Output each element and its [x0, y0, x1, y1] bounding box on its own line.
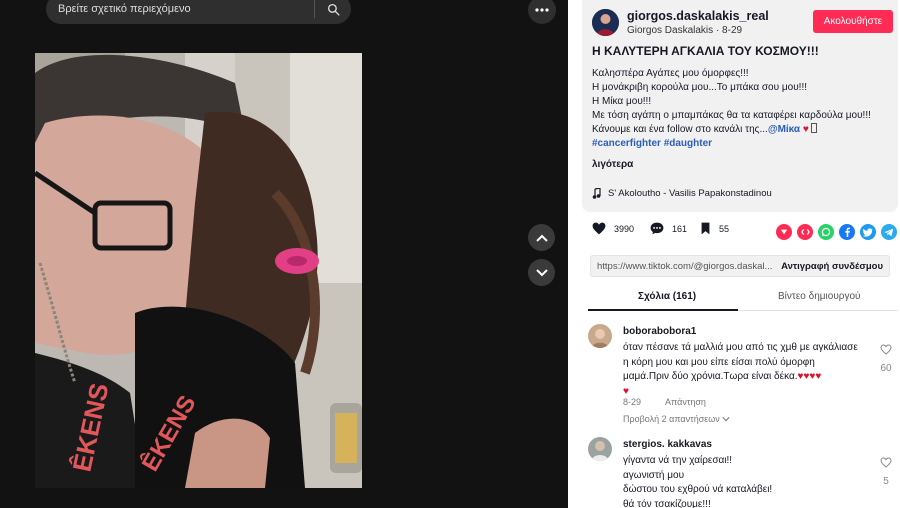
save-count: 55	[719, 223, 730, 234]
comment-like-count: 5	[883, 476, 889, 487]
actions-row: 3990 161 55	[588, 222, 898, 244]
chevron-up-icon	[535, 234, 548, 242]
chevron-down-icon	[722, 417, 730, 422]
share-link-box: https://www.tiktok.com/@giorgos.daskal..…	[590, 255, 890, 277]
comment-like-count: 60	[880, 363, 892, 374]
like-count: 3990	[614, 223, 635, 234]
comment-line: δώστου του εχθρού νά καταλάβει!	[623, 484, 773, 495]
facebook-icon	[845, 227, 850, 237]
search-bar	[46, 0, 351, 24]
save-button[interactable]: 55	[700, 222, 729, 235]
description-line: Καλησπέρα Αγάπες μου όμορφες!!!	[592, 68, 749, 79]
search-input[interactable]	[46, 3, 314, 15]
author-subline: Giorgos Daskalakis · 8-29	[627, 25, 742, 36]
comment-button[interactable]: 161	[650, 222, 687, 235]
repost-button[interactable]	[776, 224, 792, 240]
comment-line: μαμά.Πριν δύο χρόνια.Τωρα είναι δέκα.	[623, 371, 798, 382]
repost-icon	[780, 229, 788, 235]
description-line: Με τόση αγάπη ο μπαμπάκας θα τα καταφέρε…	[592, 110, 871, 121]
avatar-image	[592, 9, 619, 36]
heart-outline-icon	[880, 457, 892, 468]
heart-emojis: ♥♥♥♥	[797, 371, 822, 382]
side-panel: giorgos.daskalakis_real Giorgos Daskalak…	[568, 0, 900, 508]
chevron-down-icon	[535, 268, 548, 276]
unknown-glyph	[810, 123, 817, 133]
more-options-button[interactable]	[528, 0, 556, 24]
post-description: Καλησπέρα Αγάπες μου όμορφες!!! Η μονάκρ…	[592, 67, 892, 151]
video-pane: ÊKENS ÊKENS	[0, 0, 568, 508]
comment-like-button[interactable]: 60	[878, 342, 894, 374]
author-display-name: Giorgos Daskalakis	[627, 25, 714, 36]
facebook-share-button[interactable]	[839, 224, 855, 240]
author-avatar[interactable]	[592, 9, 619, 36]
commenter-username[interactable]: stergios. kakkavas	[623, 439, 712, 450]
heart-outline-icon	[880, 344, 892, 355]
twitter-icon	[863, 227, 873, 237]
search-button[interactable]	[315, 0, 351, 24]
post-title: Η ΚΑΛΥΤΕΡΗ ΑΓΚΑΛΙΑ ΤΟΥ ΚΟΣΜΟΥ!!!	[592, 44, 819, 58]
comment-line-with-hearts: μαμά.Πριν δύο χρόνια.Τωρα είναι δέκα.♥♥♥…	[623, 370, 873, 385]
commenter-username[interactable]: boborabobora1	[623, 326, 696, 337]
comment-item: stergios. kakkavas γίγαντα νά την χαίρεσ…	[588, 437, 900, 508]
commenter-avatar[interactable]	[588, 437, 612, 461]
tab-creator-videos[interactable]: Βίντεο δημιουργού	[778, 291, 861, 302]
music-title: S' Akoloutho - Vasilis Papakonstadinou	[608, 188, 772, 199]
heart-icon	[592, 222, 606, 235]
previous-video-button[interactable]	[528, 224, 555, 251]
reply-button[interactable]: Απάντηση	[665, 397, 706, 407]
hashtag-links[interactable]: #cancerfighter #daughter	[592, 137, 892, 151]
video-frame-image: ÊKENS ÊKENS	[35, 53, 362, 488]
comment-text: γίγαντα νά την χαίρεσαι!! αγωνιστή μου δ…	[623, 454, 873, 508]
comment-line: όταν πέσανε τά μαλλιά μου από τις χμθ με…	[623, 342, 858, 353]
active-tab-indicator	[588, 309, 738, 311]
whatsapp-share-button[interactable]	[818, 224, 834, 240]
bookmark-icon	[701, 222, 710, 235]
comment-icon	[650, 222, 664, 235]
video-url: https://www.tiktok.com/@giorgos.daskal..…	[597, 261, 773, 272]
avatar-image	[588, 437, 612, 461]
view-replies-button[interactable]: Προβολή 2 απαντήσεων	[623, 414, 730, 424]
embed-button[interactable]	[797, 224, 813, 240]
comment-line: θά τόν τσακίζουμε!!!	[623, 498, 711, 508]
whatsapp-icon	[821, 227, 831, 237]
comment-line: γίγαντα νά την χαίρεσαι!!	[623, 455, 733, 466]
comment-tabs: Σχόλια (161) Βίντεο δημιουργού	[588, 285, 898, 311]
see-less-button[interactable]: λιγότερα	[592, 159, 633, 170]
copy-link-button[interactable]: Αντιγραφή συνδέσμου	[781, 261, 883, 272]
embed-icon	[800, 228, 810, 236]
view-replies-label: Προβολή 2 απαντήσεων	[623, 414, 720, 424]
description-line: Η μονάκριβη κορούλα μου...Το μπάκα σου μ…	[592, 82, 807, 93]
description-card: giorgos.daskalakis_real Giorgos Daskalak…	[582, 0, 898, 212]
post-date: 8-29	[722, 25, 743, 36]
music-note-icon	[592, 188, 601, 199]
description-line: Η Μίκα μου!!!	[592, 96, 652, 107]
telegram-share-button[interactable]	[881, 224, 897, 240]
more-dots-icon	[535, 8, 549, 12]
comment-item: boborabobora1 όταν πέσανε τά μαλλιά μου …	[588, 324, 900, 434]
heart-emoji: ♥	[802, 124, 809, 135]
twitter-share-button[interactable]	[860, 224, 876, 240]
search-icon	[327, 3, 340, 16]
comment-count: 161	[672, 223, 688, 234]
next-video-button[interactable]	[528, 259, 555, 286]
music-link[interactable]: S' Akoloutho - Vasilis Papakonstadinou	[592, 188, 772, 199]
comment-like-button[interactable]: 5	[878, 455, 894, 487]
commenter-avatar[interactable]	[588, 324, 612, 348]
comment-line: η κόρη μου και μου είπε είσαι πολύ όμορφ…	[623, 356, 815, 368]
comment-line: αγωνιστή μου	[623, 469, 685, 481]
comment-text: όταν πέσανε τά μαλλιά μου από τις χμθ με…	[623, 341, 873, 399]
share-icons	[776, 224, 900, 240]
description-line: Κάνουμε και ένα follow στο κανάλι της...	[592, 124, 768, 135]
follow-button[interactable]: Ακολουθήστε	[813, 10, 893, 33]
author-username[interactable]: giorgos.daskalakis_real	[627, 9, 769, 23]
avatar-image	[588, 324, 612, 348]
comment-meta: 8-29 Απάντηση	[623, 397, 728, 407]
like-button[interactable]: 3990	[592, 222, 634, 235]
video-player[interactable]: ÊKENS ÊKENS	[35, 53, 362, 488]
tab-comments[interactable]: Σχόλια (161)	[638, 291, 696, 302]
comment-date: 8-29	[623, 397, 642, 407]
description-line-with-mention: Κάνουμε και ένα follow στο κανάλι της...…	[592, 123, 892, 137]
mention-link[interactable]: @Μίκα	[768, 124, 800, 135]
telegram-icon	[884, 228, 894, 236]
